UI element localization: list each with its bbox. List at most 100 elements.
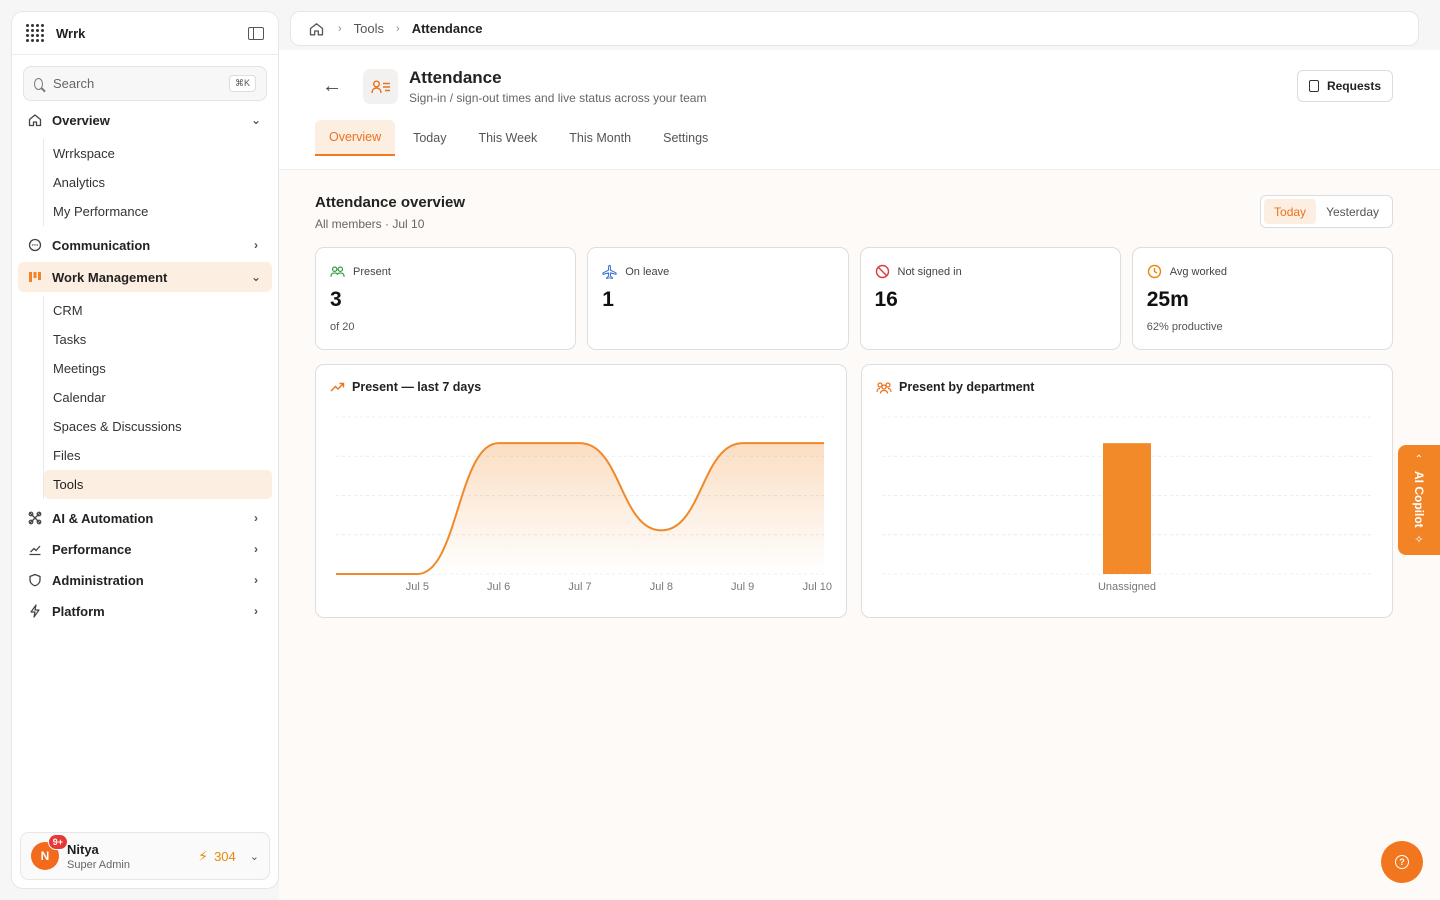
ai-copilot-label: AI Copilot bbox=[1412, 470, 1426, 528]
attendance-icon bbox=[363, 69, 398, 104]
chevron-down-icon[interactable]: ⌄ bbox=[250, 850, 259, 863]
page-subtitle: Sign-in / sign-out times and live status… bbox=[409, 91, 707, 105]
chevron-right-icon: › bbox=[254, 511, 258, 525]
back-arrow-icon[interactable]: ← bbox=[319, 75, 345, 97]
chevron-right-icon: › bbox=[254, 542, 258, 556]
stat-label: Avg worked bbox=[1169, 265, 1228, 278]
sidebar-item-ai-automation[interactable]: AI & Automation › bbox=[18, 503, 272, 533]
tab-settings[interactable]: Settings bbox=[649, 120, 722, 156]
sidebar-item-administration[interactable]: Administration › bbox=[18, 565, 272, 595]
sidebar-item-tools[interactable]: Tools bbox=[44, 470, 272, 499]
work-management-icon bbox=[28, 270, 42, 284]
tab-overview[interactable]: Overview bbox=[315, 120, 396, 156]
avatar-initial: N bbox=[40, 849, 50, 863]
search-shortcut: ⌘K bbox=[228, 75, 256, 92]
requests-button[interactable]: Requests bbox=[1296, 70, 1393, 102]
breadcrumb: › Tools › Attendance bbox=[290, 11, 1419, 46]
stat-label: Present bbox=[353, 265, 391, 278]
chevron-right-icon: › bbox=[396, 22, 400, 35]
x-tick-label: Jul 9 bbox=[731, 581, 754, 593]
stat-card-on-leave: On leave 1 bbox=[587, 247, 849, 350]
x-tick-label: Jul 10 bbox=[803, 581, 832, 593]
series-area bbox=[336, 443, 824, 574]
charts-row: Present — last 7 days Jul 5 Jul 6 Jul 7 Jul… bbox=[315, 364, 1393, 618]
help-icon: ? bbox=[1395, 855, 1409, 869]
sidebar-item-work-management[interactable]: Work Management ⌄ bbox=[18, 262, 272, 292]
sidebar-item-meetings[interactable]: Meetings bbox=[44, 354, 272, 383]
stat-card-not-signed-in: Not signed in 16 bbox=[859, 247, 1121, 350]
chevron-right-icon: › bbox=[254, 238, 258, 252]
overview-submenu: Wrrkspace Analytics My Performance bbox=[43, 139, 278, 226]
sidebar-item-my-performance[interactable]: My Performance bbox=[44, 197, 272, 226]
sidebar-item-platform[interactable]: Platform › bbox=[18, 596, 272, 626]
sidebar: Wrrk ⌘K Overview ⌄ Wrrkspace Analytics M… bbox=[11, 11, 279, 889]
users-icon bbox=[330, 264, 345, 279]
department-chart-card: Present by department Unassigned bbox=[861, 364, 1393, 618]
main-content: ← Attendance Sign-in / sign-out times an… bbox=[279, 50, 1440, 900]
points-display: ⚡ 304 bbox=[198, 848, 236, 865]
tab-this-month[interactable]: This Month bbox=[555, 120, 645, 156]
department-bar-chart: Unassigned bbox=[882, 416, 1372, 593]
sidebar-item-wrrkspace[interactable]: Wrrkspace bbox=[44, 139, 272, 168]
stat-value: 16 bbox=[874, 288, 898, 311]
range-yesterday-button[interactable]: Yesterday bbox=[1316, 199, 1389, 224]
app-name: Wrrk bbox=[56, 25, 86, 41]
stat-card-present: Present 3 of 20 bbox=[315, 247, 577, 350]
search-input[interactable] bbox=[52, 76, 229, 91]
search-box[interactable]: ⌘K bbox=[23, 66, 267, 101]
lightning-icon bbox=[28, 604, 42, 618]
sidebar-item-label: Platform bbox=[52, 603, 105, 619]
sidebar-item-label: Administration bbox=[52, 572, 144, 588]
home-icon[interactable] bbox=[309, 22, 324, 36]
sidebar-item-spaces[interactable]: Spaces & Discussions bbox=[44, 412, 272, 441]
shield-icon bbox=[28, 573, 42, 587]
sidebar-item-files[interactable]: Files bbox=[44, 441, 272, 470]
user-info: Nitya Super Admin bbox=[67, 842, 198, 871]
sidebar-item-label: Communication bbox=[52, 237, 151, 253]
x-tick-label: Unassigned bbox=[1098, 581, 1156, 593]
chevron-right-icon: › bbox=[254, 573, 258, 587]
sidebar-item-calendar[interactable]: Calendar bbox=[44, 383, 272, 412]
user-card[interactable]: N 9+ Nitya Super Admin ⚡ 304 ⌄ bbox=[20, 832, 270, 880]
stat-value: 1 bbox=[602, 288, 614, 311]
present-trend-chart-card: Present — last 7 days Jul 5 Jul 6 Jul 7 Jul… bbox=[315, 364, 847, 618]
sidebar-item-tasks[interactable]: Tasks bbox=[44, 325, 272, 354]
x-tick-label: Jul 8 bbox=[650, 581, 673, 593]
app-logo-icon bbox=[26, 24, 44, 42]
sidebar-item-analytics[interactable]: Analytics bbox=[44, 168, 272, 197]
present-trend-chart: Jul 5 Jul 6 Jul 7 Jul 8 Jul 9 Jul 10 bbox=[336, 416, 832, 593]
work-management-submenu: CRM Tasks Meetings Calendar Spaces & Dis… bbox=[43, 296, 278, 499]
x-tick-label: Jul 7 bbox=[568, 581, 591, 593]
ai-copilot-button[interactable]: ⌃ AI Copilot ✧ bbox=[1398, 445, 1440, 555]
chevron-right-icon: › bbox=[254, 604, 258, 618]
sidebar-item-performance[interactable]: Performance › bbox=[18, 534, 272, 564]
tab-this-week[interactable]: This Week bbox=[464, 120, 551, 156]
clock-icon bbox=[1147, 264, 1162, 279]
ai-icon bbox=[28, 511, 42, 525]
overview-title: Attendance overview bbox=[315, 194, 466, 211]
points-value: 304 bbox=[214, 848, 236, 864]
home-icon bbox=[28, 113, 42, 127]
sidebar-item-label: Overview bbox=[52, 112, 110, 128]
stat-label: Not signed in bbox=[897, 265, 962, 278]
sparkle-icon: ✧ bbox=[1414, 534, 1424, 547]
bar bbox=[1103, 443, 1151, 574]
ban-icon bbox=[875, 264, 890, 279]
plane-icon bbox=[602, 264, 617, 279]
tab-today[interactable]: Today bbox=[399, 120, 460, 156]
sidebar-item-label: AI & Automation bbox=[52, 510, 154, 526]
sidebar-item-label: Performance bbox=[52, 541, 132, 557]
sidebar-item-communication[interactable]: Communication › bbox=[18, 230, 272, 260]
breadcrumb-current: Attendance bbox=[411, 21, 483, 36]
stat-foot: 62% productive bbox=[1146, 321, 1223, 333]
x-tick-label: Jul 5 bbox=[406, 581, 429, 593]
sidebar-item-overview[interactable]: Overview ⌄ bbox=[18, 105, 272, 135]
chevron-down-icon: ⌄ bbox=[250, 113, 262, 127]
breadcrumb-tools[interactable]: Tools bbox=[354, 21, 384, 36]
chevron-right-icon: › bbox=[338, 22, 342, 35]
range-today-button[interactable]: Today bbox=[1264, 199, 1317, 224]
help-button[interactable]: ? bbox=[1381, 841, 1423, 883]
sidebar-item-crm[interactable]: CRM bbox=[44, 296, 272, 325]
stat-label: On leave bbox=[625, 265, 670, 278]
sidebar-toggle-icon[interactable] bbox=[248, 26, 264, 40]
